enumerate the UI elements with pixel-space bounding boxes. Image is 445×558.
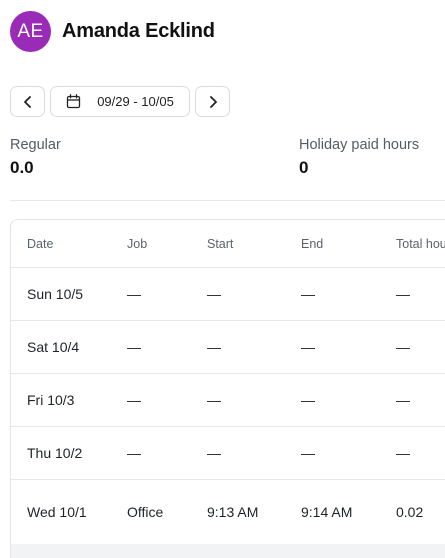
row-job: —	[127, 338, 141, 355]
row-date: Wed 10/1	[27, 503, 87, 520]
row-job: —	[127, 444, 141, 461]
row-total: —	[396, 391, 410, 408]
row-start: 9:13 AM	[207, 503, 259, 520]
table-row[interactable]: Thu 10/2 — — — —	[11, 426, 445, 480]
row-job: —	[127, 285, 141, 302]
table-footer	[11, 544, 445, 558]
next-week-button[interactable]	[195, 86, 230, 117]
summary-divider	[10, 200, 445, 201]
row-end: —	[301, 391, 315, 408]
row-total: —	[396, 285, 410, 302]
row-start: —	[207, 391, 221, 408]
row-date: Sat 10/4	[27, 338, 80, 355]
row-date: Sun 10/5	[27, 285, 84, 302]
table-row[interactable]: Sun 10/5 — — — —	[11, 267, 445, 321]
row-date: Fri 10/3	[27, 391, 75, 408]
hours-summary: Regular 0.0 Holiday paid hours 0	[10, 137, 445, 187]
timesheet-table: Date Job Start End Total hou Sun 10/5 — …	[10, 219, 445, 558]
employee-header: AE Amanda Ecklind	[10, 11, 215, 52]
holiday-hours-label: Holiday paid hours	[299, 137, 420, 153]
date-range-label: 09/29 - 10/05	[97, 94, 174, 109]
previous-week-button[interactable]	[10, 86, 45, 117]
column-header-start[interactable]: Start	[207, 220, 233, 267]
chevron-left-icon	[23, 95, 31, 108]
holiday-paid-hours: Holiday paid hours 0	[299, 137, 419, 178]
column-header-total-hours[interactable]: Total hou	[396, 220, 445, 267]
row-start: —	[207, 285, 221, 302]
regular-hours-value: 0.0	[10, 158, 34, 177]
table-header-row: Date Job Start End Total hou	[11, 220, 445, 268]
date-range-picker[interactable]: 09/29 - 10/05	[50, 86, 190, 117]
row-total: 0.02	[396, 503, 424, 520]
row-end: 9:14 AM	[301, 503, 353, 520]
row-end: —	[301, 444, 315, 461]
avatar: AE	[10, 11, 51, 52]
date-navigator: 09/29 - 10/05	[10, 86, 230, 117]
table-row[interactable]: Wed 10/1 Office 9:13 AM 9:14 AM 0.02	[11, 479, 445, 544]
holiday-hours-value: 0	[299, 158, 309, 177]
row-end: —	[301, 338, 315, 355]
regular-hours: Regular 0.0	[10, 137, 61, 178]
row-total: —	[396, 338, 410, 355]
chevron-right-icon	[209, 95, 217, 108]
row-date: Thu 10/2	[27, 444, 83, 461]
row-start: —	[207, 338, 221, 355]
column-header-date[interactable]: Date	[27, 220, 53, 267]
calendar-icon	[67, 94, 81, 109]
timesheet-page: AE Amanda Ecklind 09/29 - 10/05 Regular	[0, 0, 445, 558]
column-header-end[interactable]: End	[301, 220, 323, 267]
column-header-job[interactable]: Job	[127, 220, 147, 267]
row-total: —	[396, 444, 410, 461]
row-job: Office	[127, 503, 164, 520]
regular-hours-label: Regular	[10, 137, 61, 153]
table-row[interactable]: Sat 10/4 — — — —	[11, 320, 445, 374]
row-start: —	[207, 444, 221, 461]
employee-name: Amanda Ecklind	[62, 20, 215, 42]
table-row[interactable]: Fri 10/3 — — — —	[11, 373, 445, 427]
row-job: —	[127, 391, 141, 408]
row-end: —	[301, 285, 315, 302]
